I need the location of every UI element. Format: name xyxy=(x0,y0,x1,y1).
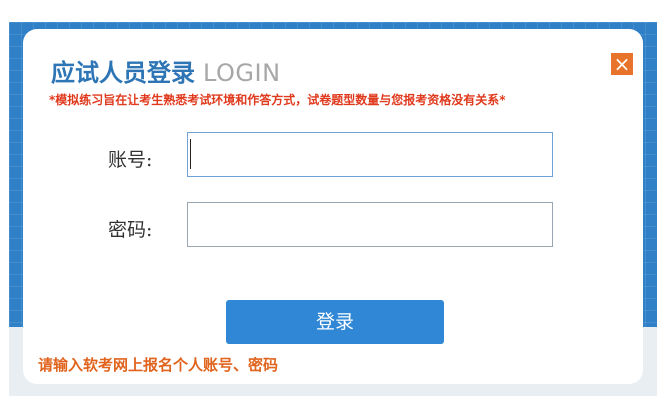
account-input[interactable] xyxy=(187,132,553,177)
password-label: 密码: xyxy=(108,219,153,241)
login-button[interactable]: 登录 xyxy=(226,300,444,344)
exam-notice: *模拟练习旨在让考生熟悉考试环境和作答方式，试卷题型数量与您报考资格没有关系* xyxy=(49,93,506,107)
dialog-title-en: LOGIN xyxy=(203,59,281,87)
text-caret xyxy=(190,139,191,169)
login-hint: 请输入软考网上报名个人账号、密码 xyxy=(38,356,279,374)
dialog-title: 应试人员登录 LOGIN xyxy=(51,53,281,88)
close-icon: × xyxy=(613,52,631,76)
close-button[interactable]: × xyxy=(611,53,633,75)
account-label: 账号: xyxy=(108,149,153,171)
password-input[interactable] xyxy=(187,202,553,247)
dialog-title-main: 应试人员登录 xyxy=(51,59,195,87)
